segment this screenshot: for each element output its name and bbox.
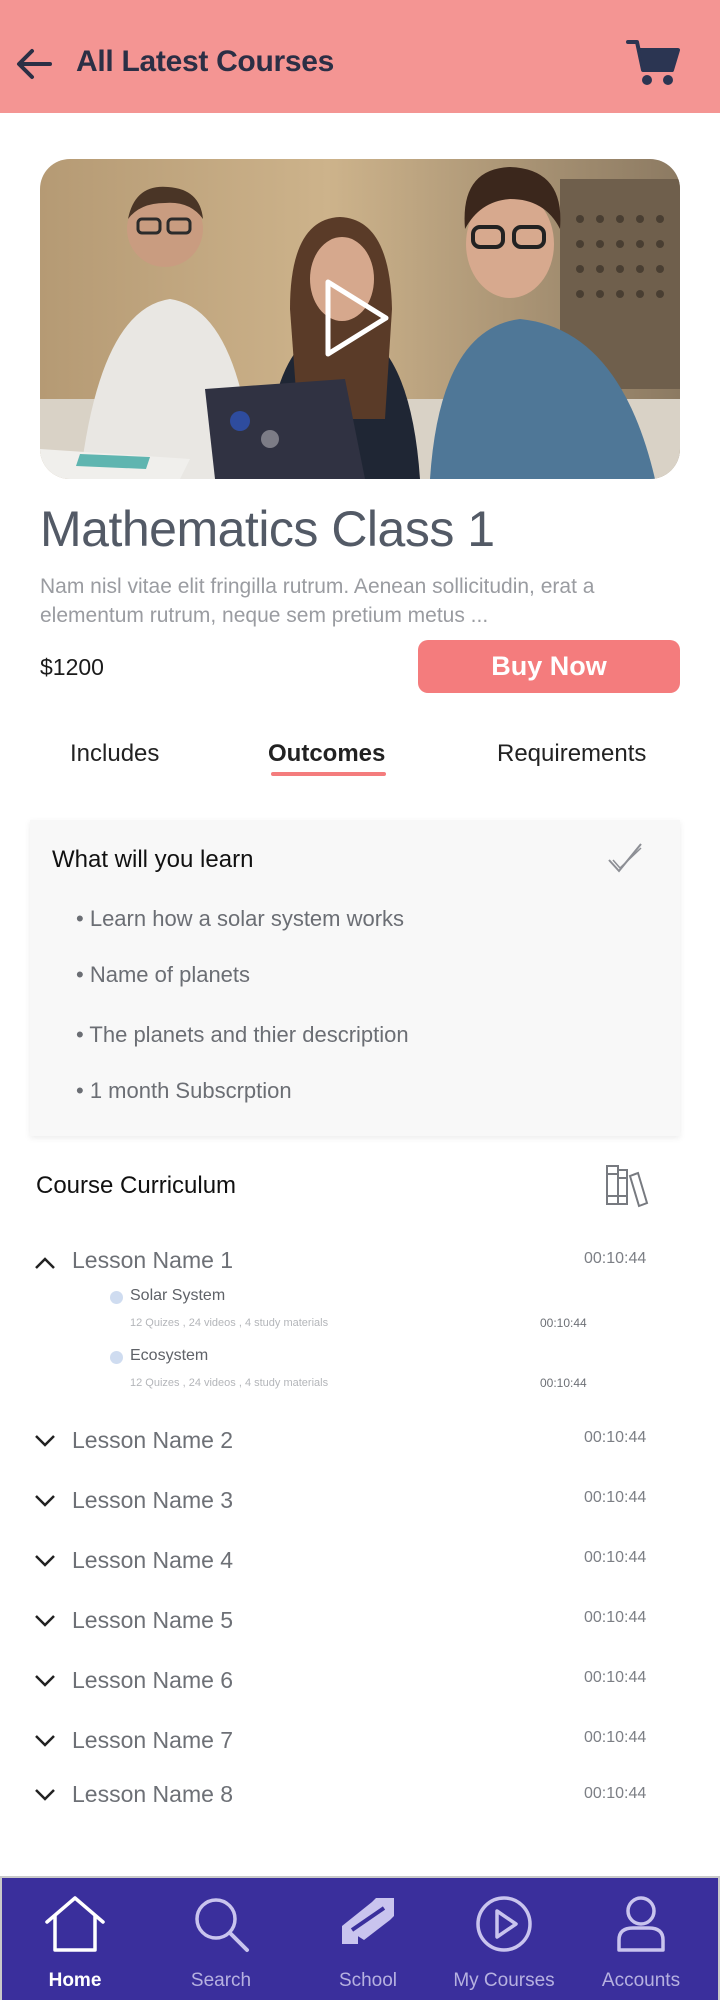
chevron-down-icon[interactable]: [34, 1434, 56, 1448]
lesson-item[interactable]: Lesson Name 5: [72, 1607, 233, 1634]
lesson-item[interactable]: Lesson Name 2: [72, 1427, 233, 1454]
sublesson-meta: 12 Quizes , 24 videos , 4 study material…: [130, 1377, 329, 1389]
nav-item-school[interactable]: School: [308, 1878, 428, 2000]
lesson-item[interactable]: Lesson Name 6: [72, 1667, 233, 1694]
nav-label: Home: [48, 1970, 102, 1991]
school-arrows-icon: [342, 1898, 394, 1944]
nav-label: My Courses: [453, 1970, 555, 1991]
sublesson-duration: 00:10:44: [540, 1316, 587, 1330]
learn-item: • 1 month Subscrption: [76, 1078, 292, 1103]
nav-label: Search: [190, 1970, 252, 1991]
home-icon: [45, 1896, 105, 1952]
lesson-duration: 00:10:44: [584, 1609, 647, 1626]
arrow-left-icon[interactable]: [14, 44, 54, 84]
chevron-down-icon[interactable]: [34, 1674, 56, 1688]
lesson-duration: 00:10:44: [584, 1250, 647, 1267]
play-circle-icon: [476, 1896, 532, 1952]
search-icon: [195, 1898, 249, 1952]
app-screen: All Latest Courses Mathematics Class 1 N…: [0, 0, 720, 2000]
sublesson-dot: [110, 1351, 123, 1364]
tab-outcomes[interactable]: Outcomes: [268, 740, 385, 768]
course-price: $1200: [40, 654, 104, 680]
lesson-duration: 00:10:44: [584, 1785, 647, 1802]
sublesson-item[interactable]: Solar System: [130, 1287, 225, 1305]
chevron-down-icon[interactable]: [34, 1494, 56, 1508]
tab-includes[interactable]: Includes: [70, 740, 159, 768]
active-tab-indicator: [271, 772, 386, 776]
tab-requirements[interactable]: Requirements: [497, 740, 646, 768]
lesson-item[interactable]: Lesson Name 8: [72, 1781, 233, 1808]
top-bar: All Latest Courses: [0, 0, 720, 113]
books-icon: [606, 1165, 649, 1208]
lesson-duration: 00:10:44: [584, 1729, 647, 1746]
sublesson-dot: [110, 1291, 123, 1304]
chevron-down-icon[interactable]: [34, 1554, 56, 1568]
play-icon[interactable]: [322, 277, 392, 359]
lesson-item[interactable]: Lesson Name 3: [72, 1487, 233, 1514]
learn-card-title: What will you learn: [52, 846, 254, 873]
sublesson-meta: 12 Quizes , 24 videos , 4 study material…: [130, 1317, 329, 1329]
nav-item-accounts[interactable]: Accounts: [581, 1878, 701, 2000]
chevron-down-icon[interactable]: [34, 1614, 56, 1628]
lesson-duration: 00:10:44: [584, 1549, 647, 1566]
course-description: Nam nisl vitae elit fringilla rutrum. Ae…: [40, 575, 595, 627]
learn-item: • Name of planets: [76, 962, 251, 987]
sublesson-duration: 00:10:44: [540, 1376, 587, 1390]
chevron-down-icon[interactable]: [34, 1788, 56, 1802]
bottom-nav-bar: Home Search School My Courses Accounts: [0, 1876, 720, 2000]
learn-item: • Learn how a solar system works: [76, 906, 405, 931]
chevron-up-icon[interactable]: [34, 1256, 56, 1270]
lesson-item[interactable]: Lesson Name 1: [72, 1247, 233, 1274]
chevron-down-icon[interactable]: [34, 1734, 56, 1748]
curriculum-title: Course Curriculum: [36, 1172, 237, 1199]
checkmark-icon: [608, 843, 642, 873]
course-title: Mathematics Class 1: [40, 501, 495, 557]
lesson-item[interactable]: Lesson Name 7: [72, 1727, 233, 1754]
nav-item-my-courses[interactable]: My Courses: [444, 1878, 564, 2000]
nav-label: School: [338, 1970, 398, 1991]
shopping-cart-icon[interactable]: [626, 38, 682, 88]
sublesson-item[interactable]: Ecosystem: [130, 1347, 208, 1365]
lesson-duration: 00:10:44: [584, 1489, 647, 1506]
nav-label: Accounts: [601, 1970, 681, 1991]
nav-item-home[interactable]: Home: [15, 1878, 135, 2000]
page-title: All Latest Courses: [76, 45, 335, 78]
nav-item-search[interactable]: Search: [161, 1878, 281, 2000]
buy-now-button[interactable]: Buy Now: [418, 640, 680, 693]
lesson-duration: 00:10:44: [584, 1669, 647, 1686]
lesson-item[interactable]: Lesson Name 4: [72, 1547, 233, 1574]
user-icon: [617, 1896, 665, 1952]
learn-item: • The planets and thier description: [76, 1022, 409, 1047]
lesson-duration: 00:10:44: [584, 1429, 647, 1446]
